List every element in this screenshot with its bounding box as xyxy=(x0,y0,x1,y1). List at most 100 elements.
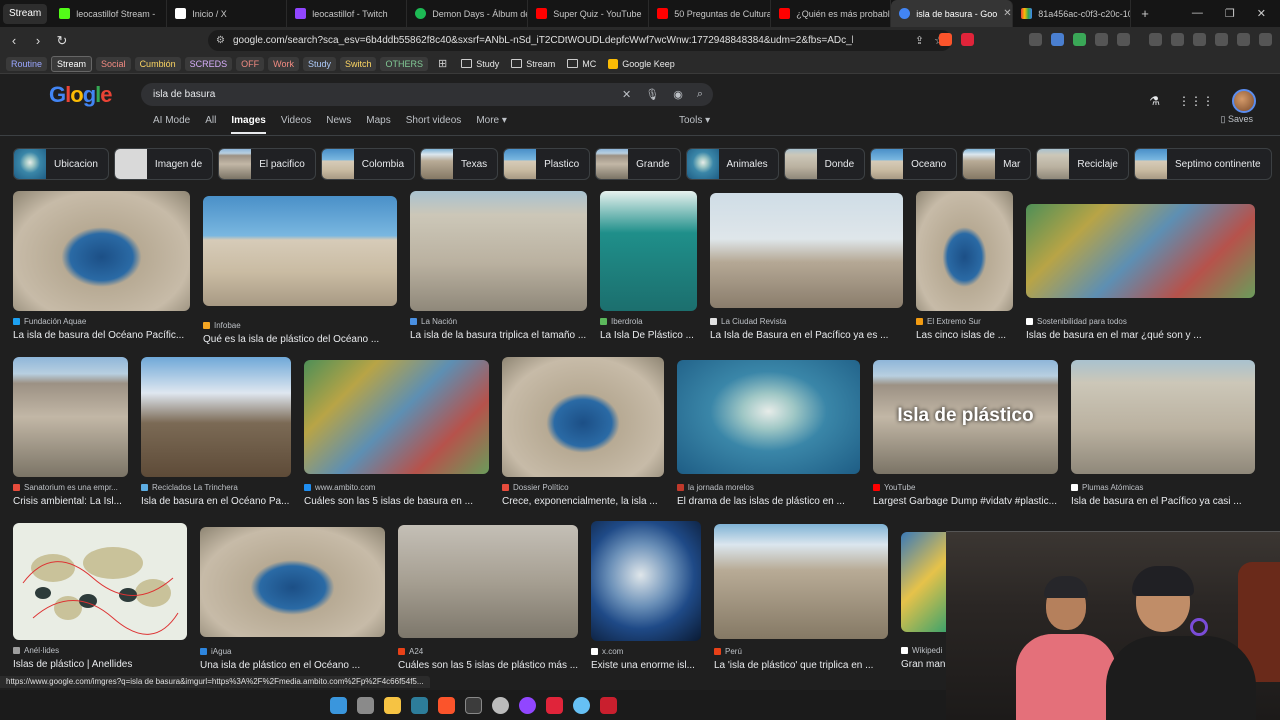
tab-videos[interactable]: Videos xyxy=(281,115,311,134)
tab-short-videos[interactable]: Short videos xyxy=(406,115,462,134)
result-image[interactable] xyxy=(502,357,664,477)
result-title[interactable]: Islas de plástico | Anellides xyxy=(13,659,187,670)
brave-shield-icon[interactable] xyxy=(939,33,952,46)
image-result[interactable]: la jornada morelos El drama de las islas… xyxy=(677,360,860,507)
result-image[interactable] xyxy=(710,193,903,308)
bookmark-google-keep[interactable]: Google Keep xyxy=(604,58,679,69)
chip-colombia[interactable]: Colombia xyxy=(320,148,416,180)
windows-icon[interactable] xyxy=(329,696,347,714)
tab-youtube-quiz[interactable]: Super Quiz - YouTube xyxy=(528,0,650,27)
result-image[interactable] xyxy=(677,360,860,474)
chip-septimo-continente[interactable]: Septimo continente xyxy=(1133,148,1272,180)
image-result[interactable]: Isla de plástico YouTube Largest Garbage… xyxy=(873,360,1058,507)
image-result[interactable]: Infobae Qué es la isla de plástico del O… xyxy=(203,196,397,345)
result-title[interactable]: Islas de basura en el mar ¿qué son y ... xyxy=(1026,330,1255,341)
site-info-icon[interactable]: ⚙ xyxy=(216,35,225,46)
result-image[interactable] xyxy=(916,191,1013,311)
image-result[interactable]: Plumas Atómicas Isla de basura en el Pac… xyxy=(1071,360,1255,507)
chip-ubicacion[interactable]: Ubicacion xyxy=(13,148,109,180)
leo-icon[interactable] xyxy=(1215,33,1228,46)
search-icon[interactable]: ⌕ xyxy=(697,88,703,101)
tab-other[interactable]: 81a456ac-c0f3-c20c-10 xyxy=(1013,0,1132,27)
image-result[interactable]: iAgua Una isla de plástico en el Océano … xyxy=(200,527,385,671)
tab-group-stream[interactable]: Stream xyxy=(3,3,48,24)
microphone-icon[interactable]: 🎙 xyxy=(645,88,659,101)
result-image[interactable]: Isla de plástico xyxy=(873,360,1058,474)
tab-google-active[interactable]: isla de basura - Goo ✕ xyxy=(891,0,1014,27)
result-image[interactable] xyxy=(1071,360,1255,474)
vpn-icon[interactable] xyxy=(1237,33,1250,46)
extension-icon[interactable] xyxy=(1029,33,1042,46)
result-title[interactable]: Cuáles son las 5 islas de basura en ... xyxy=(304,496,489,507)
result-image[interactable] xyxy=(13,523,187,640)
forward-icon[interactable]: › xyxy=(28,33,48,48)
result-image[interactable] xyxy=(13,357,128,477)
saves-link[interactable]: ▯ Saves xyxy=(1221,114,1253,125)
menu-icon[interactable] xyxy=(1259,33,1272,46)
result-image[interactable] xyxy=(203,196,397,306)
image-result[interactable]: www.ambito.com Cuáles son las 5 islas de… xyxy=(304,360,489,507)
image-result[interactable]: Fundación Aquae La isla de basura del Oc… xyxy=(13,191,190,341)
new-tab-icon[interactable]: + xyxy=(1131,6,1159,21)
chip-texas[interactable]: Texas xyxy=(420,148,499,180)
result-title[interactable]: Las cinco islas de ... xyxy=(916,330,1013,341)
result-title[interactable]: La Isla De Plástico ... xyxy=(600,330,697,341)
tab-maps[interactable]: Maps xyxy=(366,115,390,134)
game-icon[interactable] xyxy=(599,696,617,714)
image-result[interactable]: Iberdrola La Isla De Plástico ... xyxy=(600,191,697,341)
puzzle-icon[interactable] xyxy=(1095,33,1108,46)
result-image[interactable] xyxy=(398,525,578,638)
result-image[interactable] xyxy=(591,521,701,641)
extension-icon[interactable] xyxy=(1073,33,1086,46)
labs-flask-icon[interactable]: ⚗ xyxy=(1149,94,1160,108)
image-result[interactable]: Sostenibilidad para todos Islas de basur… xyxy=(1026,204,1255,341)
result-title[interactable]: Crisis ambiental: La Isl... xyxy=(13,496,128,507)
apps-grid-icon[interactable]: ⊞ xyxy=(438,57,447,70)
chip-plastico[interactable]: Plastico xyxy=(503,148,591,180)
result-title[interactable]: Gran man xyxy=(901,659,946,670)
result-title[interactable]: Isla de basura en el Pacífico ya casi ..… xyxy=(1071,496,1255,507)
chip-grande[interactable]: Grande xyxy=(595,148,681,180)
close-tab-icon[interactable]: ✕ xyxy=(1003,8,1011,19)
tab-x[interactable]: Inicio / X xyxy=(167,0,288,27)
tab-more[interactable]: More ▾ xyxy=(476,115,507,134)
folder-stream[interactable]: Stream xyxy=(507,59,559,69)
store-icon[interactable] xyxy=(410,696,428,714)
apps-grid-icon[interactable]: ⋮⋮⋮ xyxy=(1178,94,1214,108)
chip-animales[interactable]: Animales xyxy=(685,148,779,180)
tab-youtube-quien[interactable]: ¿Quién es más probable xyxy=(771,0,892,27)
result-title[interactable]: La 'isla de plástico' que triplica en ..… xyxy=(714,660,888,671)
extension-icon[interactable] xyxy=(1117,33,1130,46)
image-result[interactable]: Perú La 'isla de plástico' que triplica … xyxy=(714,524,888,671)
tab-ai-mode[interactable]: AI Mode xyxy=(153,115,190,134)
bookmark-study[interactable]: Study xyxy=(302,56,336,71)
tools-button[interactable]: Tools ▾ xyxy=(679,115,710,126)
result-title[interactable]: El drama de las islas de plástico en ... xyxy=(677,496,860,507)
twitch-icon[interactable] xyxy=(518,696,536,714)
chip-reciclaje[interactable]: Reciclaje xyxy=(1036,148,1129,180)
minimize-icon[interactable]: — xyxy=(1192,7,1203,20)
task-view-icon[interactable] xyxy=(356,696,374,714)
chip-oceano[interactable]: Oceano xyxy=(870,148,958,180)
bookmark-stream[interactable]: Stream xyxy=(51,55,93,72)
chip-imagen-de[interactable]: Imagen de xyxy=(113,148,214,180)
chip-el-pacifico[interactable]: El pacifico xyxy=(218,148,316,180)
maximize-icon[interactable]: ❐ xyxy=(1225,7,1235,20)
back-icon[interactable]: ‹ xyxy=(4,33,24,48)
tab-twitch[interactable]: leocastillof - Twitch xyxy=(287,0,408,27)
red-app-icon[interactable] xyxy=(545,696,563,714)
google-logo[interactable]: Glogle xyxy=(49,82,113,108)
bookmark-cumbion[interactable]: Cumbión xyxy=(134,56,181,71)
bookmark-work[interactable]: Work xyxy=(268,56,299,71)
chip-mar[interactable]: Mar xyxy=(962,148,1032,180)
image-result[interactable]: Wikipedi Gran man xyxy=(901,532,946,670)
image-result[interactable]: Reciclados La Trinchera Isla de basura e… xyxy=(141,357,291,507)
tab-images[interactable]: Images xyxy=(231,115,266,134)
result-title[interactable]: La isla de la basura triplica el tamaño … xyxy=(410,330,587,341)
image-result[interactable]: Dossier Político Crece, exponencialmente… xyxy=(502,357,664,507)
folder-study[interactable]: Study xyxy=(457,59,503,69)
tab-all[interactable]: All xyxy=(205,115,216,134)
app-icon[interactable] xyxy=(491,696,509,714)
result-title[interactable]: Existe una enorme isl... xyxy=(591,660,701,671)
steam-icon[interactable] xyxy=(572,696,590,714)
